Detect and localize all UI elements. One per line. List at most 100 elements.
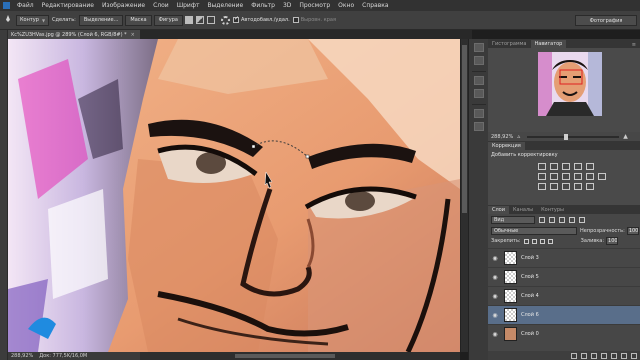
shape-filter-icon[interactable] [569,216,575,223]
vertical-scrollbar[interactable] [460,39,468,352]
character-panel-icon[interactable] [474,76,484,85]
layer-name: Слой 0 [521,331,539,337]
color-balance-icon[interactable] [550,173,558,180]
photo-filter-icon[interactable] [574,173,582,180]
eye-icon[interactable]: ◉ [488,274,502,281]
canvas-artwork [8,39,460,352]
menu-window[interactable]: Окно [334,2,358,9]
menu-file[interactable]: Файл [13,2,38,9]
paragraph-panel-icon[interactable] [474,89,484,98]
navigator-zoom-value[interactable]: 288,92% [491,134,513,140]
menu-view[interactable]: Просмотр [295,2,334,9]
layer-row[interactable]: ◉ Слой 4 [488,286,640,305]
properties-panel-icon[interactable] [474,56,484,65]
path-mode-select[interactable]: Контур ▼ [16,14,50,26]
workspace-select[interactable]: Фотография [575,15,637,26]
add-mask-icon[interactable] [591,352,597,359]
horizontal-scroll-thumb[interactable] [235,354,335,358]
menu-image[interactable]: Изображение [98,2,149,9]
zoom-in-icon[interactable]: ▲ [623,133,628,140]
delete-layer-icon[interactable] [631,352,637,359]
lock-transparent-icon[interactable] [523,238,529,244]
path-operations-icon[interactable] [185,16,193,24]
gradient-map-icon[interactable] [574,183,582,190]
link-layers-icon[interactable] [571,352,577,359]
gear-icon[interactable] [221,15,230,25]
layer-row-selected[interactable]: ◉ Слой 6 [488,305,640,324]
eye-icon[interactable]: ◉ [488,331,502,338]
tab-paths[interactable]: Контуры [537,206,568,214]
brightness-contrast-icon[interactable] [538,163,546,170]
blend-mode-select[interactable]: Обычные [491,226,577,235]
history-panel-icon[interactable] [474,43,484,52]
close-icon[interactable]: × [131,32,135,38]
layer-name: Слой 6 [521,312,539,318]
levels-icon[interactable] [550,163,558,170]
opacity-field[interactable]: 100% [626,226,639,235]
new-layer-icon[interactable] [621,352,627,359]
exposure-icon[interactable] [574,163,582,170]
tab-navigator[interactable]: Навигатор [530,40,567,48]
layer-kind-select[interactable]: Вид [491,215,535,224]
brush-presets-panel-icon[interactable] [474,122,484,131]
make-selection-button[interactable]: Выделение... [78,14,124,26]
path-arrangement-icon[interactable] [207,16,215,24]
lock-pixels-icon[interactable] [531,238,537,244]
lock-position-icon[interactable] [539,238,545,244]
tab-channels[interactable]: Каналы [509,206,537,214]
pen-tool-icon[interactable] [3,14,13,26]
posterize-icon[interactable] [550,183,558,190]
menu-3d[interactable]: 3D [279,2,295,9]
layer-row[interactable]: ◉ Слой 3 [488,248,640,267]
vibrance-icon[interactable] [586,163,594,170]
autoadd-checkbox[interactable] [233,15,239,23]
fill-field[interactable]: 100% [606,237,619,245]
layer-row[interactable]: ◉ Слой 5 [488,267,640,286]
type-filter-icon[interactable] [559,216,565,223]
threshold-icon[interactable] [562,183,570,190]
zoom-out-icon[interactable]: ▵ [517,133,520,140]
make-mask-button[interactable]: Маска [125,14,152,26]
navigator-zoom-slider[interactable] [527,133,620,140]
zoom-readout[interactable]: 288,92% [11,353,33,359]
horizontal-scrollbar[interactable] [140,352,460,360]
tab-histogram[interactable]: Гистограмма [488,40,531,48]
eye-icon[interactable]: ◉ [488,312,502,319]
color-lookup-icon[interactable] [598,173,606,180]
document-tab[interactable]: Kc%ZU3HVas.jpg @ 289% (Слой 6, RGB/8#) *… [8,30,140,39]
hue-saturation-icon[interactable] [538,173,546,180]
navigator-zoom-knob[interactable] [564,133,569,140]
menu-type[interactable]: Шрифт [173,2,204,9]
selective-color-icon[interactable] [586,183,594,190]
menu-select[interactable]: Выделение [203,2,247,9]
make-shape-button[interactable]: Фигура [153,14,183,26]
invert-icon[interactable] [538,183,546,190]
adjustment-filter-icon[interactable] [549,216,555,223]
brush-panel-icon[interactable] [474,109,484,118]
menu-edit[interactable]: Редактирование [38,2,98,9]
smart-object-filter-icon[interactable] [579,216,585,223]
pixel-filter-icon[interactable] [539,216,545,223]
document-canvas[interactable] [8,39,460,352]
layer-style-icon[interactable] [581,352,587,359]
vertical-scroll-thumb[interactable] [462,45,467,213]
tab-layers[interactable]: Слои [488,206,509,214]
black-white-icon[interactable] [562,173,570,180]
path-alignment-icon[interactable] [196,16,204,24]
tab-adjustments[interactable]: Коррекция [488,142,525,150]
align-edges-checkbox[interactable] [292,17,299,23]
curves-icon[interactable] [562,163,570,170]
new-group-icon[interactable] [611,352,617,359]
menu-help[interactable]: Справка [358,2,392,9]
new-adjustment-icon[interactable] [601,352,607,359]
layer-row[interactable]: ◉ Слой 0 [488,324,640,343]
eye-icon[interactable]: ◉ [488,255,502,262]
menu-layers[interactable]: Слои [149,2,173,9]
eye-icon[interactable]: ◉ [488,293,502,300]
navigator-preview[interactable] [538,52,602,116]
adjustments-row-2 [488,173,640,180]
tools-panel[interactable] [0,30,8,360]
menu-filter[interactable]: Фильтр [247,2,279,9]
channel-mixer-icon[interactable] [586,173,594,180]
lock-all-icon[interactable] [547,238,553,244]
